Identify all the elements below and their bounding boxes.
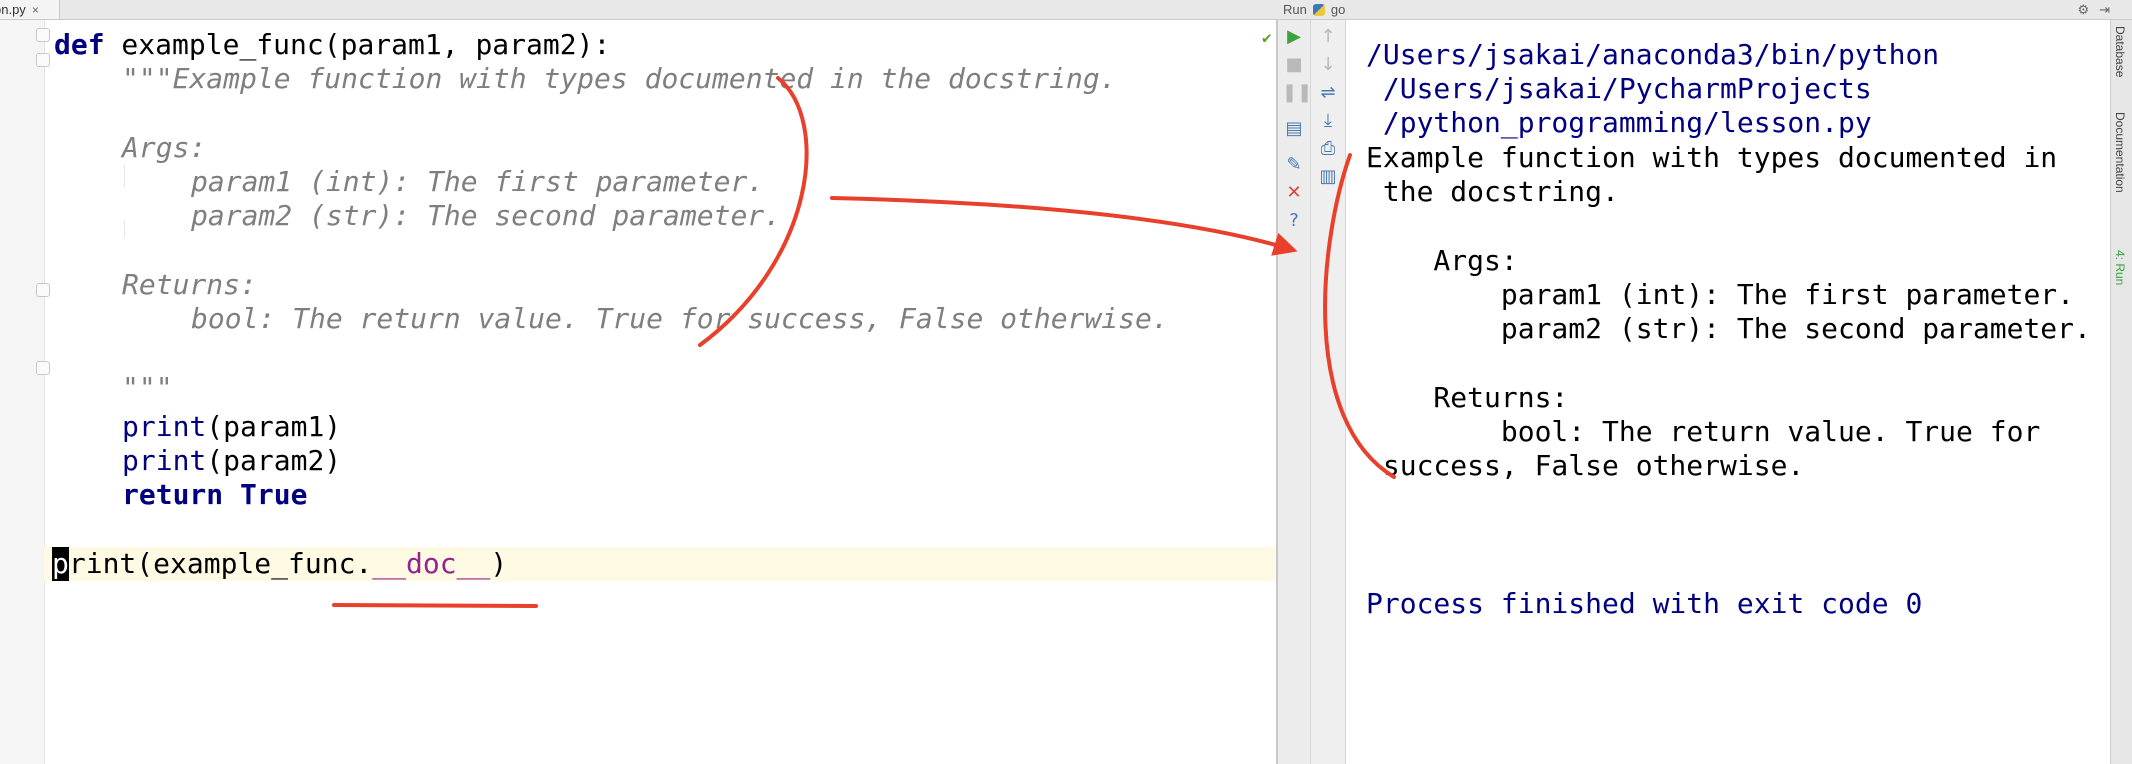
magic-doc-attribute: __doc__ xyxy=(372,547,491,580)
rerun-icon[interactable]: ▶ xyxy=(1282,28,1306,46)
fold-marker-icon[interactable] xyxy=(36,28,50,42)
fold-marker-icon[interactable] xyxy=(36,53,50,67)
print-args: (param1) xyxy=(206,410,342,443)
function-signature: example_func(param1, param2): xyxy=(104,28,611,61)
code-line-print-param1: print(param1) xyxy=(122,410,341,444)
up-arrow-icon[interactable]: ↑ xyxy=(1316,28,1340,46)
docstring-param2: param2 (str): The second parameter. xyxy=(191,199,782,232)
stop-icon[interactable]: ■ xyxy=(1282,56,1306,74)
fold-marker-icon[interactable] xyxy=(36,283,50,297)
console-output-line: Args: xyxy=(1366,244,1518,277)
docstring-close-quote: """ xyxy=(122,371,173,404)
file-tab-name: on.py xyxy=(0,2,26,17)
docstring-args-header: Args: xyxy=(122,131,207,164)
console-output-line: param1 (int): The first parameter. xyxy=(1366,278,2075,311)
run-tool-window-title: Run go xyxy=(1283,0,1345,19)
builtin-print: print xyxy=(122,444,207,477)
run-title-label: Run xyxy=(1283,2,1307,17)
down-arrow-icon[interactable]: ↓ xyxy=(1316,56,1340,74)
console-command-line-3: /python_programming/lesson.py xyxy=(1366,106,1872,139)
console-exit-status: Process finished with exit code 0 xyxy=(1366,587,1923,620)
code-line-print-doc: print(example_func.__doc__) xyxy=(52,547,507,581)
run-tab[interactable]: 4: Run xyxy=(2113,250,2127,285)
indent-guide xyxy=(124,165,125,187)
print-call: rint(example_func. xyxy=(68,547,373,580)
soft-wrap-icon[interactable]: ⇌ xyxy=(1316,84,1340,102)
console-output-line: success, False otherwise. xyxy=(1366,449,1805,482)
file-tab[interactable]: on.py × xyxy=(0,0,60,19)
clear-all-icon[interactable]: ▥ xyxy=(1316,168,1340,186)
pin-tab-icon[interactable]: ✎ xyxy=(1282,156,1306,174)
builtin-print: print xyxy=(122,410,207,443)
code-line-1: def example_func(param1, param2): xyxy=(54,28,610,62)
close-run-icon[interactable]: ✕ xyxy=(1282,184,1306,202)
docstring-summary: Example function with types documented i… xyxy=(172,62,1117,95)
gear-icon[interactable]: ⚙ xyxy=(2077,2,2089,18)
run-toolbar-primary: ▶ ■ ❚❚ ▤ ✎ ✕ ? xyxy=(1278,20,1312,764)
scroll-to-end-icon[interactable]: ⤓ xyxy=(1316,112,1340,130)
hide-panel-icon[interactable]: ⇥ xyxy=(2099,2,2110,18)
tool-window-controls: ⚙ ⇥ xyxy=(2077,0,2110,19)
close-icon[interactable]: × xyxy=(32,3,39,17)
pause-icon[interactable]: ❚❚ xyxy=(1282,84,1312,102)
python-icon xyxy=(1312,3,1325,16)
code-editor[interactable]: ✔ def example_func(param1, param2): """E… xyxy=(0,20,1278,764)
editor-gutter xyxy=(0,20,45,764)
keyword-def: def xyxy=(54,28,105,61)
code-line-print-param2: print(param2) xyxy=(122,444,341,478)
inspection-ok-icon[interactable]: ✔ xyxy=(1262,28,1272,47)
console-output-line: bool: The return value. True for xyxy=(1366,415,2041,448)
console-output-line: the docstring. xyxy=(1366,175,1619,208)
code-line-2: """Example function with types documente… xyxy=(122,62,1117,96)
docstring-quote: """ xyxy=(122,62,173,95)
docstring-param1: param1 (int): The first parameter. xyxy=(191,165,765,198)
run-console[interactable]: /Users/jsakai/anaconda3/bin/python /User… xyxy=(1346,20,2110,764)
console-output-line: Returns: xyxy=(1366,381,1569,414)
docstring-returns-value: bool: The return value. True for success… xyxy=(191,302,1169,335)
print-icon[interactable]: ⎙ xyxy=(1316,140,1340,158)
print-close-paren: ) xyxy=(490,547,508,580)
database-tab[interactable]: Database xyxy=(2113,26,2127,77)
fold-marker-icon[interactable] xyxy=(36,361,50,375)
code-line-return: return True xyxy=(122,478,308,511)
docstring-returns-header: Returns: xyxy=(122,268,257,301)
run-toolbar-secondary: ↑ ↓ ⇌ ⤓ ⎙ ▥ xyxy=(1311,20,1346,764)
title-bar: on.py × Run go ⚙ ⇥ xyxy=(0,0,2132,20)
console-command-line-2: /Users/jsakai/PycharmProjects xyxy=(1366,72,1872,105)
run-config-name[interactable]: go xyxy=(1331,2,1345,17)
right-tool-strip: Database Documentation 4: Run xyxy=(2110,20,2132,764)
console-command-line-1: /Users/jsakai/anaconda3/bin/python xyxy=(1366,38,1940,71)
console-output-line: Example function with types documented i… xyxy=(1366,141,2058,174)
indent-guide xyxy=(124,220,125,238)
print-args: (param2) xyxy=(206,444,342,477)
restore-layout-icon[interactable]: ▤ xyxy=(1282,120,1306,138)
documentation-tab[interactable]: Documentation xyxy=(2113,112,2127,193)
text-caret: p xyxy=(52,547,69,581)
help-icon[interactable]: ? xyxy=(1282,212,1306,230)
console-output-line: param2 (str): The second parameter. xyxy=(1366,312,2091,345)
